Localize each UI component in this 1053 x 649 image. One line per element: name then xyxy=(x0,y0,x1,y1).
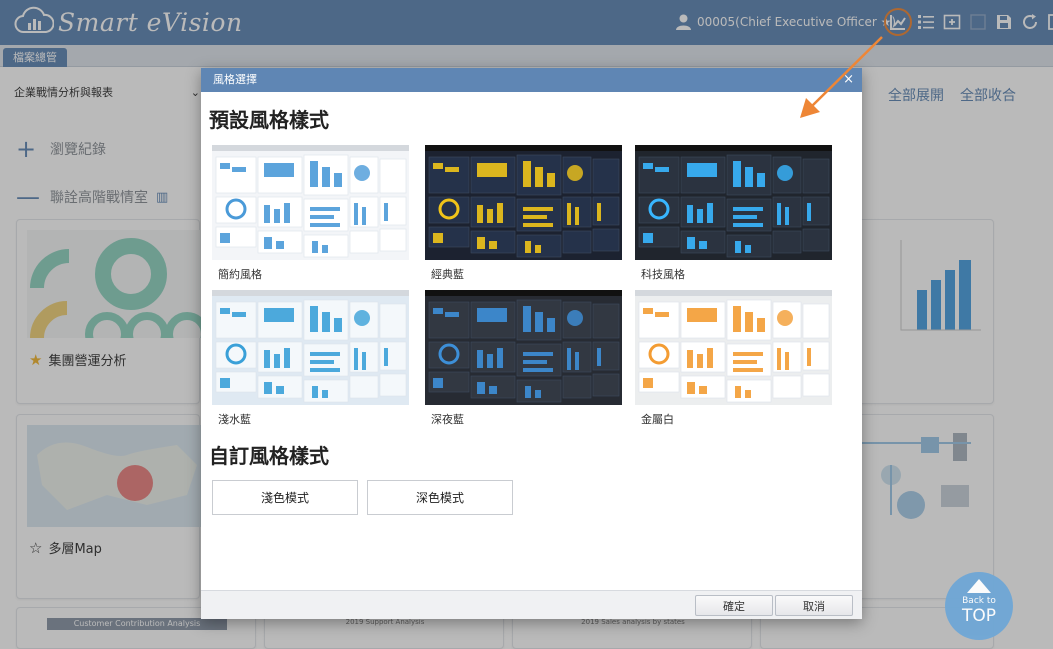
style-preview xyxy=(635,145,832,260)
dialog-body: 預設風格樣式 簡約風格 經典藍 科技風格 淺水藍 深夜藍 金屬白 自訂風格樣式 淺色模式 … xyxy=(201,92,862,590)
dialog-footer: 確定 取消 xyxy=(201,590,862,619)
style-preview xyxy=(212,145,409,260)
style-option-label: 經典藍 xyxy=(431,268,464,281)
dialog-header: 風格選擇 × xyxy=(201,68,862,92)
back-to-top-big: TOP xyxy=(961,606,997,626)
back-to-top-small: Back to xyxy=(962,596,996,606)
style-preview xyxy=(212,290,409,405)
dark-mode-button[interactable]: 深色模式 xyxy=(367,480,513,515)
close-icon[interactable]: × xyxy=(843,68,854,92)
ok-button[interactable]: 確定 xyxy=(695,595,773,616)
cancel-button[interactable]: 取消 xyxy=(775,595,853,616)
light-mode-button[interactable]: 淺色模式 xyxy=(212,480,358,515)
style-select-dialog: 風格選擇 × 預設風格樣式 簡約風格 經典藍 科技風格淺水藍 深夜藍 金屬白 自訂風格樣… xyxy=(201,68,862,619)
app-root: Smart eVision 00005(Chief Executive Offi… xyxy=(0,0,1053,649)
caret-up-icon xyxy=(967,579,991,593)
style-option-label: 金屬白 xyxy=(641,413,674,426)
style-preview xyxy=(425,145,622,260)
style-preview xyxy=(635,290,832,405)
custom-section-title: 自訂風格樣式 xyxy=(209,444,329,468)
dialog-title: 風格選擇 xyxy=(213,73,257,86)
back-to-top-button[interactable]: Back to TOP xyxy=(945,572,1013,640)
style-preview xyxy=(425,290,622,405)
style-option-label: 科技風格 xyxy=(641,268,685,281)
preset-section-title: 預設風格樣式 xyxy=(209,108,329,132)
style-option-label: 深夜藍 xyxy=(431,413,464,426)
style-option-label: 淺水藍 xyxy=(218,413,251,426)
style-option-label: 簡約風格 xyxy=(218,268,262,281)
